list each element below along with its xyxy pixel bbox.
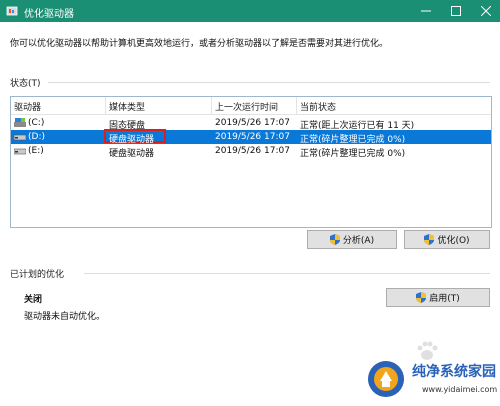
- scheduled-label: 已计划的优化: [10, 270, 65, 280]
- column-header-media[interactable]: 媒体类型: [109, 100, 145, 113]
- optimize-button-label: 优化(O): [437, 236, 470, 246]
- column-divider[interactable]: [296, 97, 297, 114]
- maximize-icon: [451, 6, 461, 16]
- table-header: 驱动器 媒体类型 上一次运行时间 当前状态: [11, 97, 491, 115]
- app-icon: [6, 6, 18, 16]
- drive-table: 驱动器 媒体类型 上一次运行时间 当前状态 (C:) 固态硬盘 2019/5/2…: [10, 96, 492, 228]
- hard-drive-icon: [14, 148, 26, 155]
- watermark-url: www.yidaimei.com: [422, 385, 498, 394]
- analyze-button-label: 分析(A): [342, 236, 375, 246]
- close-button[interactable]: [472, 0, 500, 22]
- uac-shield-icon: [424, 234, 435, 245]
- scheduled-divider: [84, 273, 490, 274]
- last-run-time: 2019/5/26 17:07: [215, 118, 290, 128]
- last-run-time: 2019/5/26 17:07: [215, 146, 290, 156]
- column-header-last-run[interactable]: 上一次运行时间: [215, 100, 278, 113]
- table-row-selected[interactable]: (D:) 硬盘驱动器 2019/5/26 17:07 正常(碎片整理已完成 0%…: [11, 129, 491, 145]
- drive-name: (C:): [28, 118, 45, 128]
- window-title: 优化驱动器: [24, 9, 74, 20]
- description-text: 你可以优化驱动器以帮助计算机更高效地运行，或者分析驱动器以了解是否需要对其进行优…: [10, 39, 389, 49]
- title-bar: 优化驱动器: [0, 0, 500, 22]
- maximize-button[interactable]: [442, 0, 470, 22]
- hard-drive-icon: [14, 134, 26, 141]
- ssd-drive-icon: [14, 118, 26, 127]
- close-icon: [481, 6, 491, 16]
- column-divider[interactable]: [105, 97, 106, 114]
- table-row[interactable]: (E:) 硬盘驱动器 2019/5/26 17:07 正常(碎片整理已完成 0%…: [11, 144, 491, 159]
- media-type: 硬盘驱动器: [109, 149, 155, 159]
- status-label: 状态(T): [10, 79, 41, 89]
- watermark-logo-icon: [368, 361, 404, 397]
- minimize-button[interactable]: [412, 0, 440, 22]
- last-run-time: 2019/5/26 17:07: [215, 132, 290, 142]
- table-row[interactable]: (C:) 固态硬盘 2019/5/26 17:07 正常(距上次运行已有 11 …: [11, 116, 491, 131]
- scheduled-state: 关闭: [24, 295, 43, 305]
- drive-status: 正常(碎片整理已完成 0%): [300, 149, 406, 159]
- status-divider: [48, 82, 490, 83]
- column-header-status[interactable]: 当前状态: [300, 100, 336, 113]
- minimize-icon: [421, 10, 431, 12]
- enable-button-label: 启用(T): [429, 294, 460, 304]
- uac-shield-icon: [416, 292, 427, 303]
- uac-shield-icon: [329, 234, 340, 245]
- column-header-drive[interactable]: 驱动器: [14, 100, 41, 113]
- enable-button[interactable]: 启用(T): [386, 288, 490, 307]
- scheduled-detail: 驱动器未自动优化。: [24, 312, 106, 322]
- drive-name: (E:): [28, 146, 44, 156]
- drive-name: (D:): [28, 132, 45, 142]
- optimize-button[interactable]: 优化(O): [404, 230, 490, 249]
- watermark: 纯净系统家园 www.yidaimei.com: [360, 355, 500, 406]
- column-divider[interactable]: [211, 97, 212, 114]
- analyze-button[interactable]: 分析(A): [307, 230, 397, 249]
- watermark-name: 纯净系统家园: [412, 364, 496, 380]
